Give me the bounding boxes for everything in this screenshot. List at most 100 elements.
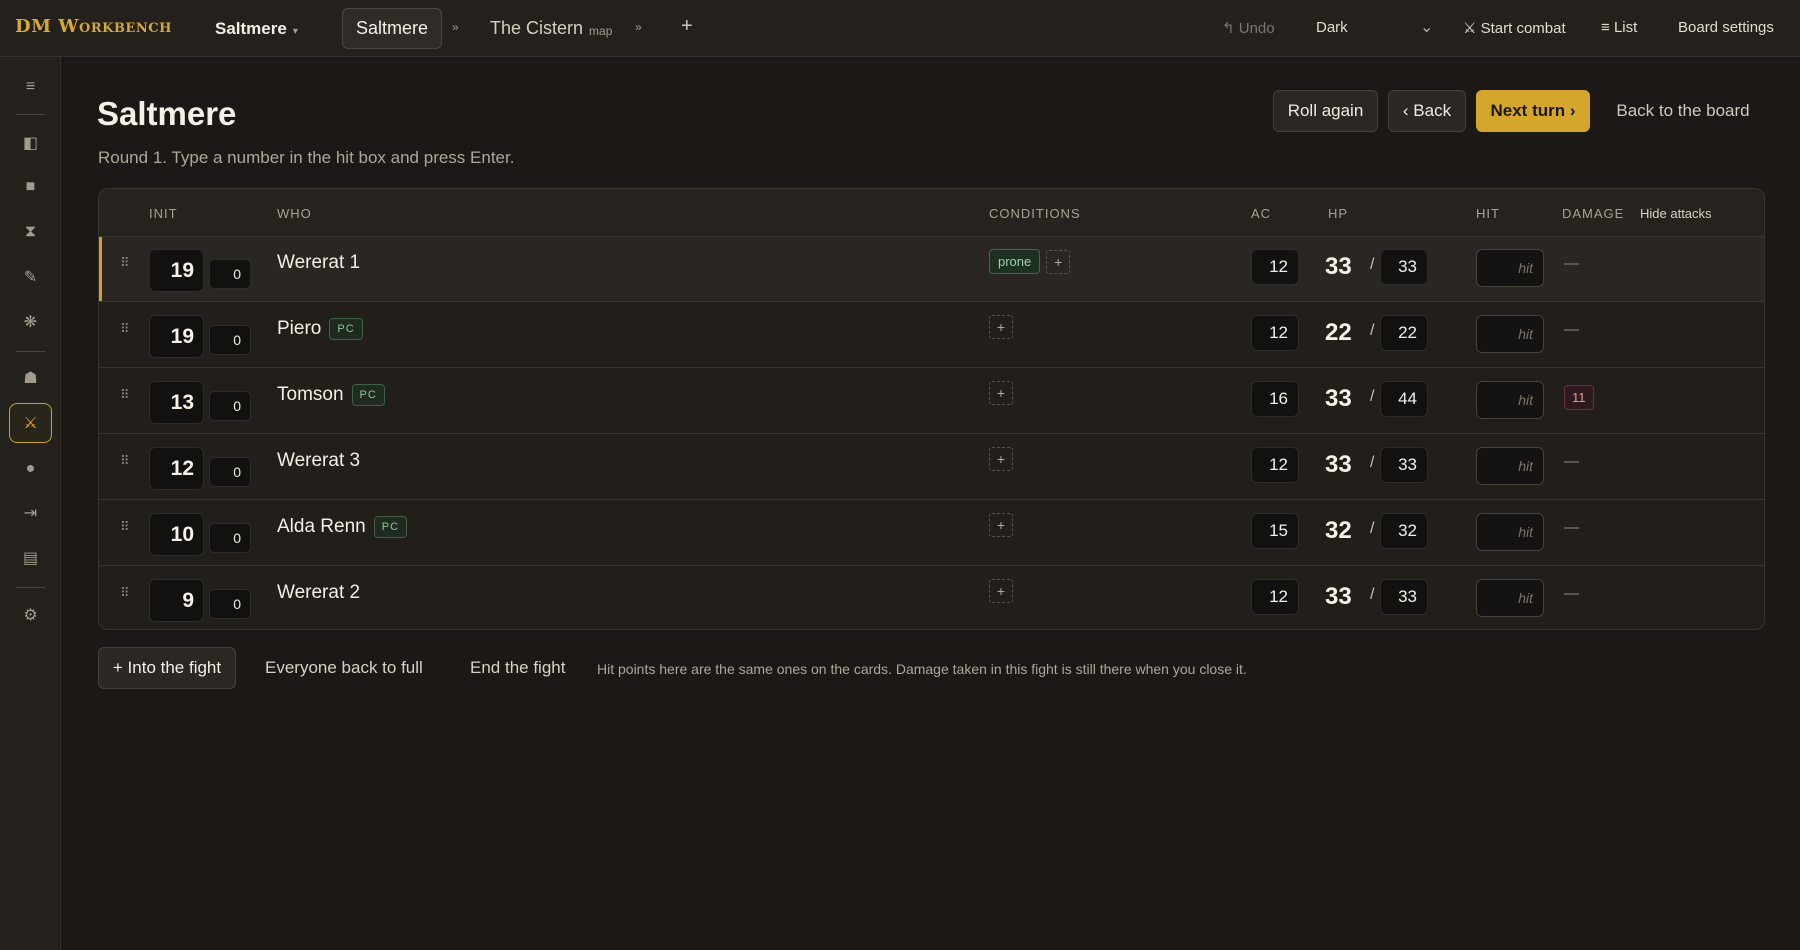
initiative-modifier-field[interactable]: 0	[209, 325, 251, 355]
ac-field[interactable]: 12	[1251, 579, 1299, 615]
damage-value: —	[1564, 519, 1579, 536]
drag-handle-icon[interactable]: ⠿	[120, 387, 129, 403]
initiative-modifier-field[interactable]: 0	[209, 589, 251, 619]
add-condition-button[interactable]: +	[989, 381, 1013, 405]
initiative-field[interactable]: 12	[149, 447, 204, 490]
list-label: List	[1613, 19, 1638, 36]
ac-field[interactable]: 12	[1251, 447, 1299, 483]
back-to-board-button[interactable]: Back to the board	[1603, 90, 1763, 132]
add-condition-button[interactable]: +	[989, 513, 1013, 537]
start-combat-button[interactable]: ⚔ Start combat	[1463, 19, 1566, 37]
theme-select[interactable]: Dark ⌄	[1316, 19, 1436, 36]
panel-icon[interactable]: ◧	[9, 123, 52, 163]
initiative-field[interactable]: 19	[149, 249, 204, 292]
add-condition-button[interactable]: +	[989, 315, 1013, 339]
initiative-modifier-field[interactable]: 0	[209, 523, 251, 553]
helmet-icon[interactable]: ☗	[9, 358, 52, 398]
ac-field[interactable]: 12	[1251, 315, 1299, 351]
column-hp: HP	[1328, 206, 1349, 221]
initiative-field[interactable]: 13	[149, 381, 204, 424]
sparkle-icon[interactable]: ❋	[9, 302, 52, 342]
tab-expand-icon[interactable]: »	[452, 20, 459, 34]
drag-handle-icon[interactable]: ⠿	[120, 519, 129, 535]
caret-down-icon: ▾	[292, 26, 298, 37]
conditions-cell: +	[989, 513, 1013, 537]
hp-max-field[interactable]: 33	[1380, 249, 1428, 285]
notes-icon[interactable]: ▤	[9, 538, 52, 578]
combatant-row: ⠿ 19 0 Piero PC + 12 22 / 22 —	[99, 303, 1764, 368]
add-condition-button[interactable]: +	[989, 579, 1013, 603]
hp-max-field[interactable]: 33	[1380, 579, 1428, 615]
drag-handle-icon[interactable]: ⠿	[120, 453, 129, 469]
roll-again-button[interactable]: Roll again	[1273, 90, 1378, 132]
page-title: Saltmere	[97, 95, 237, 132]
initiative-modifier-field[interactable]: 0	[209, 391, 251, 421]
end-the-fight-button[interactable]: End the fight	[470, 647, 565, 689]
initiative-modifier-field[interactable]: 0	[209, 457, 251, 487]
initiative-modifier-field[interactable]: 0	[209, 259, 251, 289]
list-button[interactable]: ≡ List	[1601, 19, 1637, 36]
hourglass-icon[interactable]: ⧗	[9, 212, 52, 252]
everyone-back-to-full-button[interactable]: Everyone back to full	[265, 647, 423, 689]
hit-input[interactable]	[1476, 447, 1544, 485]
drag-handle-icon[interactable]: ⠿	[120, 255, 129, 271]
combatant-name: Wererat 1	[277, 252, 360, 274]
drag-handle-icon[interactable]: ⠿	[120, 321, 129, 337]
hit-input[interactable]	[1476, 315, 1544, 353]
initiative-field[interactable]: 19	[149, 315, 204, 358]
add-tab-button[interactable]: +	[681, 15, 693, 38]
pc-badge: PC	[329, 318, 363, 340]
menu-icon[interactable]: ≡	[9, 67, 52, 107]
ac-field[interactable]: 15	[1251, 513, 1299, 549]
sidebar-divider	[16, 587, 45, 588]
tab-expand-icon[interactable]: »	[635, 20, 642, 34]
combatant-name-text: Wererat 3	[277, 450, 361, 471]
back-button[interactable]: ‹ Back	[1388, 90, 1466, 132]
initiative-field[interactable]: 9	[149, 579, 204, 622]
hp-separator: /	[1370, 256, 1375, 273]
square-icon[interactable]: ■	[9, 167, 52, 207]
swords-icon[interactable]: ⚔	[9, 403, 52, 443]
gear-icon[interactable]: ⚙	[9, 595, 52, 635]
board-settings-button[interactable]: Board settings	[1678, 19, 1774, 36]
into-the-fight-button[interactable]: + Into the fight	[98, 647, 236, 689]
hide-attacks-toggle[interactable]: Hide attacks	[1640, 206, 1712, 221]
tab-the-cistern[interactable]: The Cistern map	[490, 8, 612, 49]
damage-badge[interactable]: 11	[1564, 385, 1594, 410]
campaign-name: Saltmere	[215, 19, 287, 38]
hit-input[interactable]	[1476, 249, 1544, 287]
ac-field[interactable]: 16	[1251, 381, 1299, 417]
initiative-field[interactable]: 10	[149, 513, 204, 556]
hit-input[interactable]	[1476, 513, 1544, 551]
pencil-icon[interactable]: ✎	[9, 257, 52, 297]
tab-saltmere[interactable]: Saltmere	[342, 8, 442, 49]
hp-current: 22	[1325, 319, 1352, 346]
add-condition-button[interactable]: +	[989, 447, 1013, 471]
add-condition-button[interactable]: +	[1046, 249, 1071, 274]
hit-input[interactable]	[1476, 579, 1544, 617]
combatant-name-text: Piero	[277, 318, 322, 339]
app-brand: DM Workbench	[15, 16, 172, 37]
dot-icon[interactable]: ●	[9, 449, 52, 489]
conditions-cell: +	[989, 315, 1013, 339]
drag-handle-icon[interactable]: ⠿	[120, 585, 129, 601]
combatant-name: Alda Renn PC	[277, 516, 408, 538]
column-conditions: Conditions	[989, 206, 1081, 221]
top-bar: DM Workbench Saltmere ▾ Saltmere » The Ci…	[0, 0, 1800, 57]
undo-button[interactable]: ↰ Undo	[1222, 19, 1275, 37]
combatant-row: ⠿ 13 0 Tomson PC + 16 33 / 44 11	[99, 369, 1764, 434]
hp-max-field[interactable]: 44	[1380, 381, 1428, 417]
hp-max-field[interactable]: 32	[1380, 513, 1428, 549]
hit-input[interactable]	[1476, 381, 1544, 419]
condition-chip[interactable]: prone	[989, 249, 1041, 274]
next-turn-button[interactable]: Next turn ›	[1476, 90, 1590, 132]
arrow-to-bar-icon[interactable]: ⇥	[9, 493, 52, 533]
campaign-switcher[interactable]: Saltmere ▾	[215, 19, 298, 39]
hp-max-field[interactable]: 22	[1380, 315, 1428, 351]
hp-max-field[interactable]: 33	[1380, 447, 1428, 483]
hp-current: 33	[1325, 253, 1352, 280]
ac-field[interactable]: 12	[1251, 249, 1299, 285]
conditions-cell: +	[989, 579, 1013, 603]
combatant-name: Wererat 3	[277, 450, 360, 472]
list-icon: ≡	[1601, 19, 1610, 36]
